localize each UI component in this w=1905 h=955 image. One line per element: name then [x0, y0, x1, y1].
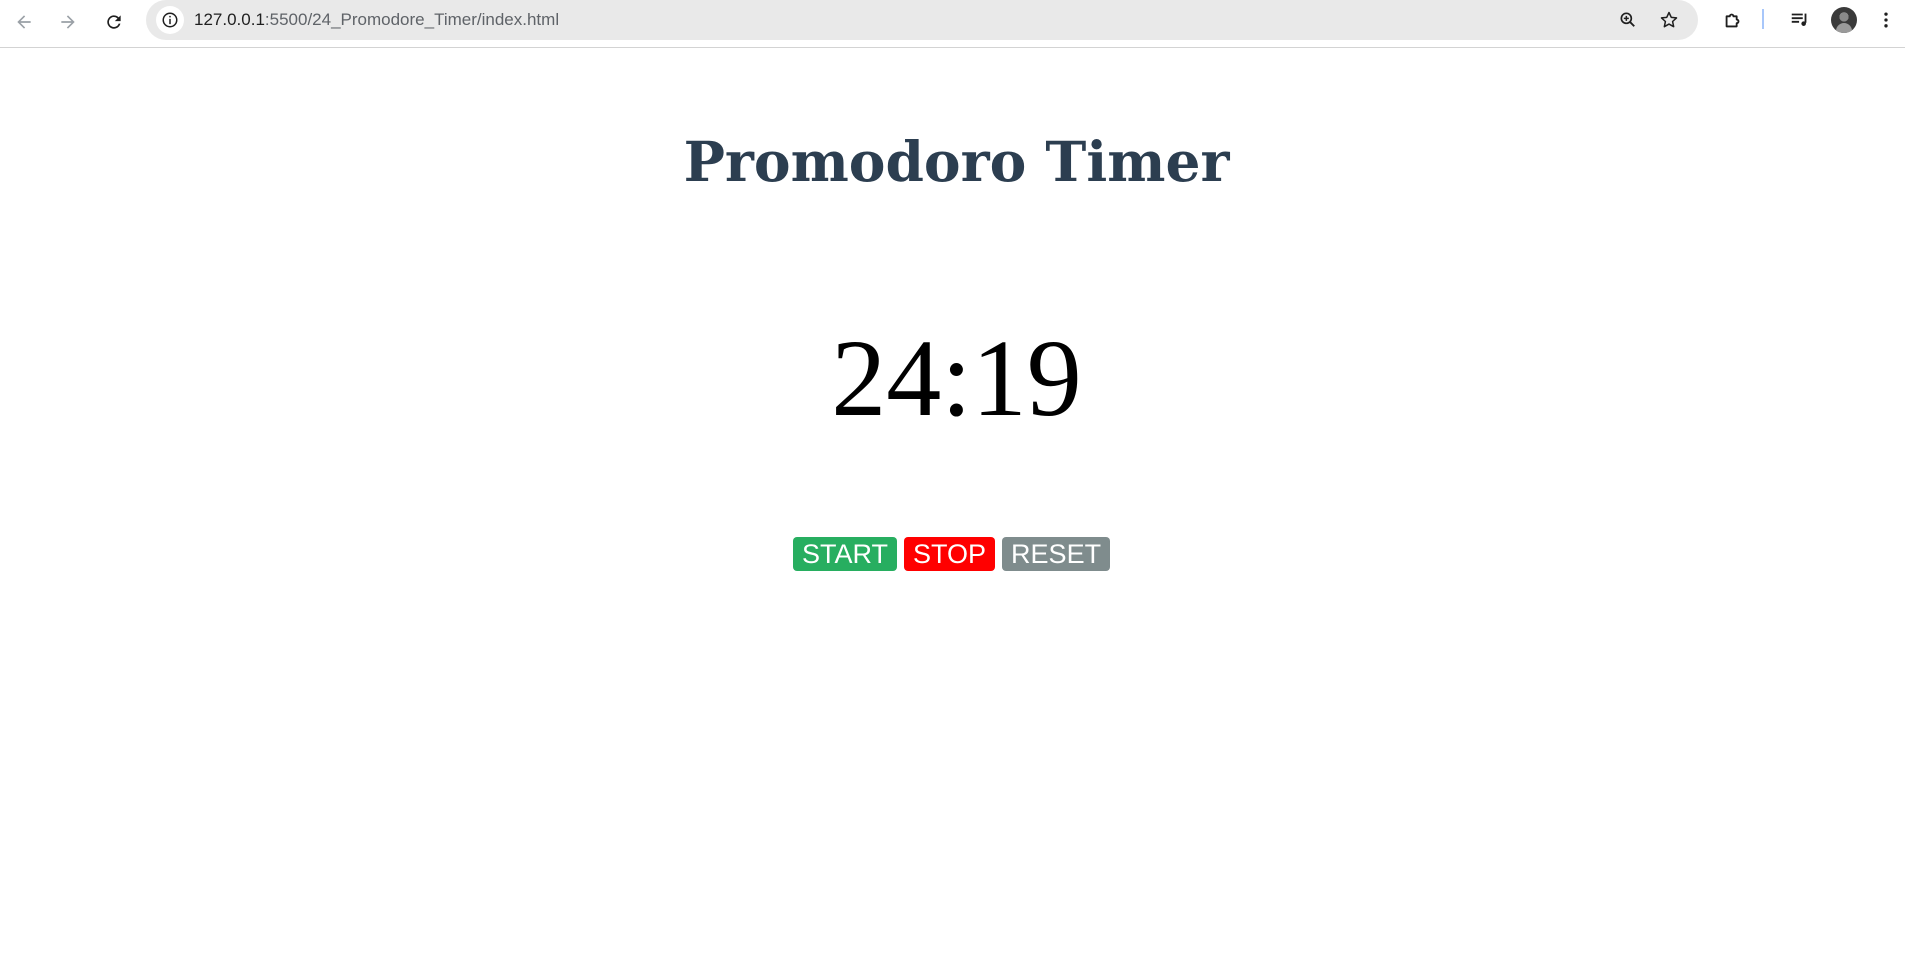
avatar[interactable] — [1831, 7, 1857, 33]
arrow-right-icon — [58, 12, 78, 37]
url-host: 127.0.0.1 — [194, 10, 265, 29]
back-button[interactable] — [6, 6, 42, 42]
arrow-left-icon — [14, 12, 34, 37]
stop-button[interactable]: STOP — [904, 537, 996, 571]
page-title: Promodoro Timer — [683, 129, 1230, 194]
url-text[interactable]: 127.0.0.1:5500/24_Promodore_Timer/index.… — [194, 10, 559, 30]
reload-icon — [104, 12, 124, 37]
forward-button[interactable] — [50, 6, 86, 42]
timer-controls: START STOP RESET — [793, 537, 1111, 571]
zoom-icon[interactable] — [1614, 6, 1642, 34]
star-icon[interactable] — [1655, 6, 1683, 34]
media-queue-icon[interactable] — [1784, 4, 1816, 36]
reset-button[interactable]: RESET — [1002, 537, 1111, 571]
info-icon[interactable] — [156, 6, 184, 34]
address-bar[interactable]: 127.0.0.1:5500/24_Promodore_Timer/index.… — [146, 0, 1698, 40]
timer-display: 24:19 — [831, 317, 1082, 439]
browser-toolbar: 127.0.0.1:5500/24_Promodore_Timer/index.… — [0, 0, 1905, 48]
puzzle-icon[interactable] — [1717, 4, 1749, 36]
start-button[interactable]: START — [793, 537, 898, 571]
reload-button[interactable] — [96, 6, 132, 42]
toolbar-divider — [1762, 9, 1764, 29]
kebab-menu-icon[interactable] — [1870, 4, 1902, 36]
url-path: :5500/24_Promodore_Timer/index.html — [264, 10, 560, 29]
